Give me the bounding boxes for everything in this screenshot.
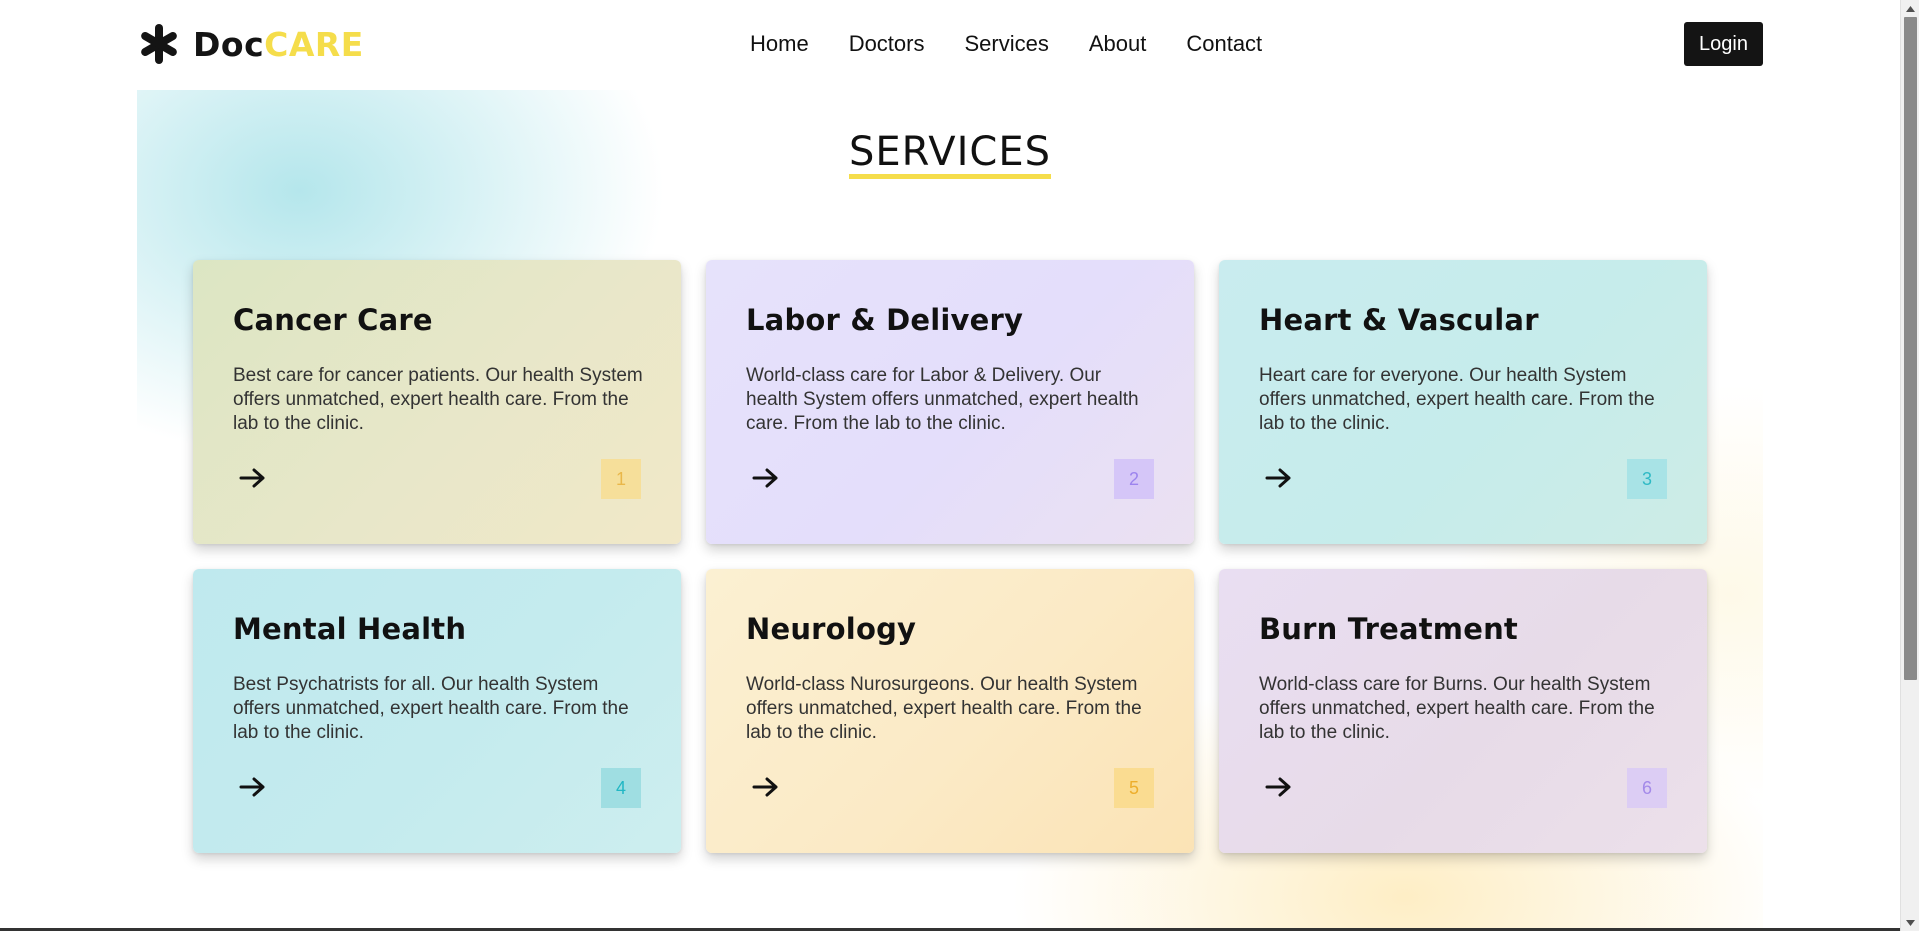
- main-nav: Home Doctors Services About Contact: [750, 28, 1302, 60]
- nav-contact[interactable]: Contact: [1186, 28, 1262, 60]
- card-description: Heart care for everyone. Our health Syst…: [1259, 365, 1655, 434]
- services-grid: Cancer Care Best care for cancer patient…: [193, 260, 1707, 853]
- brand-name-care: CARE: [264, 24, 364, 64]
- card-description: World-class Nurosurgeons. Our health Sys…: [746, 674, 1142, 743]
- card-number-badge: 1: [601, 459, 641, 499]
- services-section: SERVICES Cancer Care Best care for cance…: [137, 90, 1763, 931]
- card-title: Heart & Vascular: [1259, 303, 1539, 337]
- arrow-right-icon[interactable]: [752, 466, 780, 490]
- nav-about[interactable]: About: [1089, 28, 1147, 60]
- login-button[interactable]: Login: [1684, 22, 1763, 66]
- service-card-labor-delivery[interactable]: Labor & Delivery World-class care for La…: [706, 260, 1194, 544]
- card-number-badge: 5: [1114, 768, 1154, 808]
- service-card-burn-treatment[interactable]: Burn Treatment World-class care for Burn…: [1219, 569, 1707, 853]
- arrow-right-icon[interactable]: [239, 466, 267, 490]
- card-title: Cancer Care: [233, 303, 433, 337]
- nav-services[interactable]: Services: [964, 28, 1048, 60]
- card-description: Best care for cancer patients. Our healt…: [233, 365, 643, 434]
- service-card-neurology[interactable]: Neurology World-class Nurosurgeons. Our …: [706, 569, 1194, 853]
- service-card-heart-vascular[interactable]: Heart & Vascular Heart care for everyone…: [1219, 260, 1707, 544]
- nav-doctors[interactable]: Doctors: [849, 28, 925, 60]
- card-number-badge: 3: [1627, 459, 1667, 499]
- brand-logo[interactable]: DocCARE: [137, 18, 364, 70]
- vertical-scrollbar[interactable]: [1900, 0, 1919, 931]
- card-number-badge: 6: [1627, 768, 1667, 808]
- card-number-badge: 4: [601, 768, 641, 808]
- nav-home[interactable]: Home: [750, 28, 809, 60]
- service-card-mental-health[interactable]: Mental Health Best Psychatrists for all.…: [193, 569, 681, 853]
- arrow-right-icon[interactable]: [1265, 466, 1293, 490]
- brand-name: DocCARE: [193, 28, 364, 61]
- card-description: World-class care for Burns. Our health S…: [1259, 674, 1655, 743]
- section-title: SERVICES: [137, 130, 1763, 179]
- arrow-right-icon[interactable]: [752, 775, 780, 799]
- asterisk-logo-icon: [141, 24, 177, 64]
- section-title-text: SERVICES: [848, 130, 1052, 179]
- scroll-up-icon[interactable]: [1901, 0, 1919, 17]
- card-title: Burn Treatment: [1259, 612, 1518, 646]
- card-number-badge: 2: [1114, 459, 1154, 499]
- scroll-down-icon[interactable]: [1901, 914, 1919, 931]
- service-card-cancer-care[interactable]: Cancer Care Best care for cancer patient…: [193, 260, 681, 544]
- brand-name-doc: Doc: [193, 24, 265, 64]
- card-title: Labor & Delivery: [746, 303, 1024, 337]
- card-description: Best Psychatrists for all. Our health Sy…: [233, 674, 629, 743]
- arrow-right-icon[interactable]: [239, 775, 267, 799]
- arrow-right-icon[interactable]: [1265, 775, 1293, 799]
- card-description: World-class care for Labor & Delivery. O…: [746, 365, 1139, 434]
- scroll-thumb[interactable]: [1904, 17, 1917, 680]
- card-title: Mental Health: [233, 612, 467, 646]
- page: DocCARE Home Doctors Services About Cont…: [0, 0, 1919, 931]
- card-title: Neurology: [746, 612, 917, 646]
- site-header: DocCARE Home Doctors Services About Cont…: [0, 0, 1900, 90]
